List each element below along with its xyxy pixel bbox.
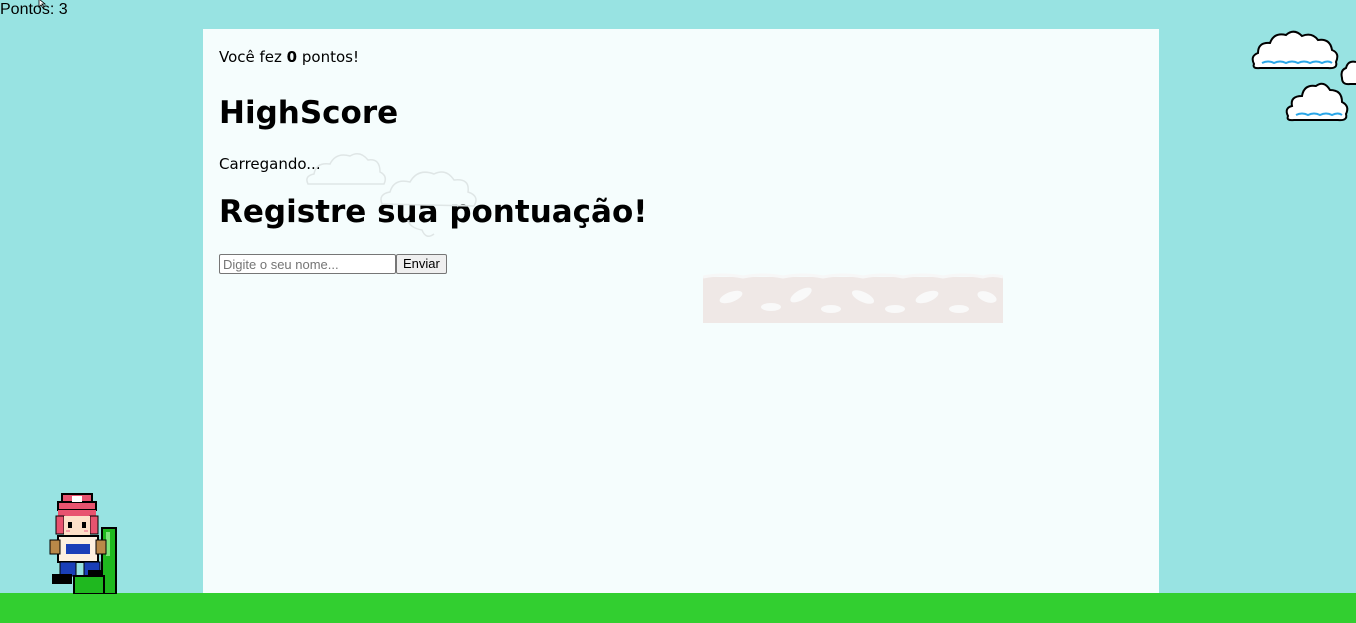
cursor-icon xyxy=(38,0,47,8)
name-input[interactable] xyxy=(219,254,396,274)
cloud-icon xyxy=(1251,30,1339,70)
send-button[interactable]: Enviar xyxy=(396,254,447,274)
score-suffix: pontos! xyxy=(297,48,359,66)
highscore-title: HighScore xyxy=(219,95,399,131)
register-score-title: Registre sua pontuação! xyxy=(219,194,648,230)
ground xyxy=(0,593,1356,623)
ground-block-icon xyxy=(703,273,1003,323)
loading-text: Carregando... xyxy=(219,155,321,173)
score-prefix: Você fez xyxy=(219,48,287,66)
final-score-text: Você fez 0 pontos! xyxy=(219,47,1143,67)
register-form: Enviar xyxy=(219,254,1143,274)
game-over-panel: Você fez 0 pontos! HighScore Carregando.… xyxy=(203,29,1159,593)
score-counter: Pontos: 3 xyxy=(0,1,68,18)
cloud-icon xyxy=(1285,82,1349,122)
final-score-value: 0 xyxy=(286,48,298,66)
player-sprite-icon xyxy=(49,493,117,594)
